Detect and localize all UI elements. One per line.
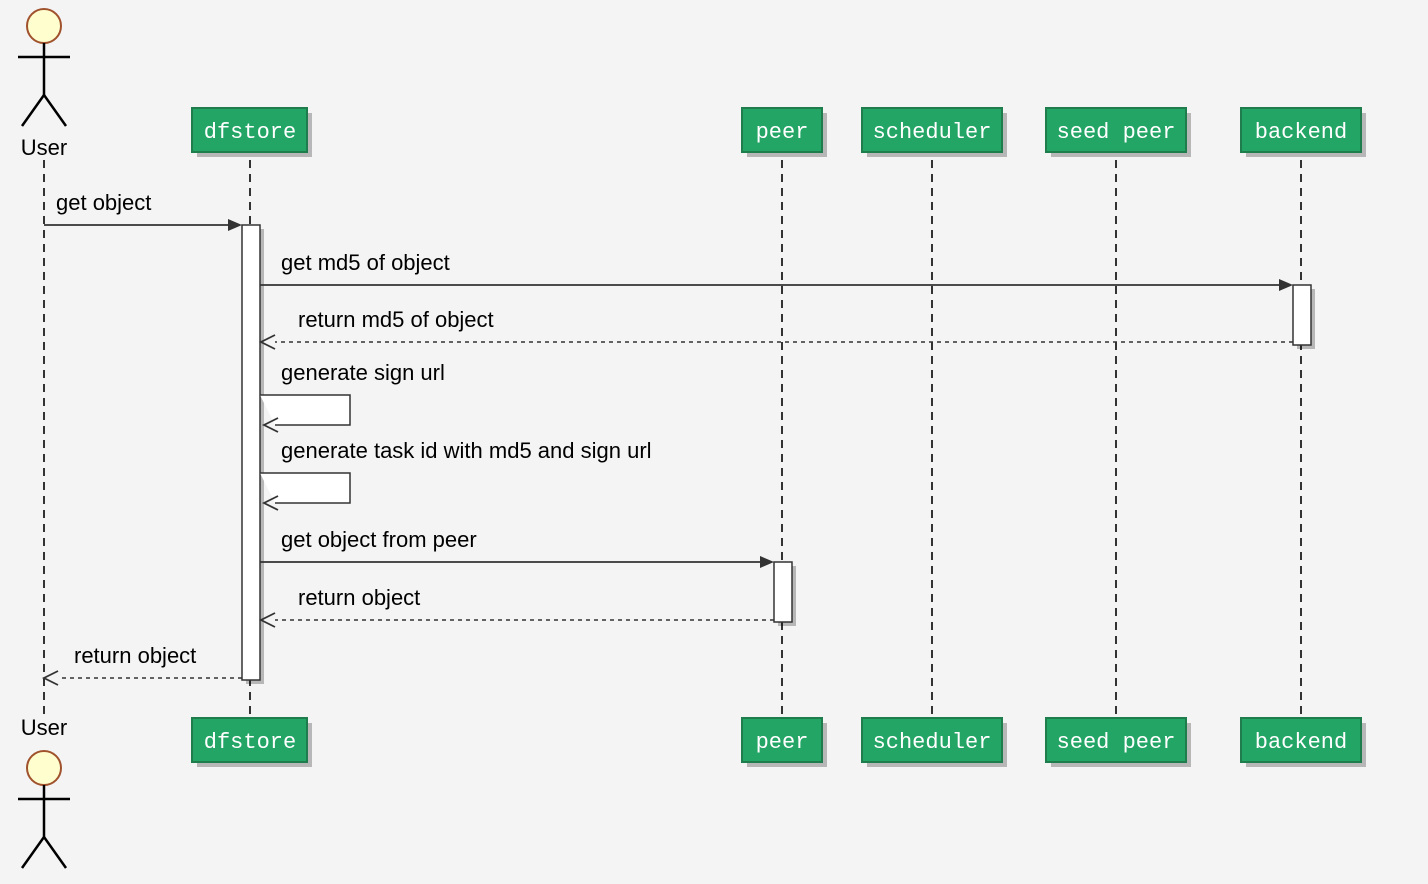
actor-label-bottom: User xyxy=(21,715,67,740)
svg-text:get object from peer: get object from peer xyxy=(281,527,477,552)
svg-text:generate task id with md5 and: generate task id with md5 and sign url xyxy=(281,438,652,463)
message-get-object-from-peer: get object from peer xyxy=(260,527,774,568)
svg-text:peer: peer xyxy=(756,730,809,755)
svg-text:peer: peer xyxy=(756,120,809,145)
svg-text:return object: return object xyxy=(74,643,196,668)
participant-peer-bottom: peer xyxy=(742,718,827,767)
svg-text:dfstore: dfstore xyxy=(204,730,296,755)
message-get-md5: get md5 of object xyxy=(260,250,1293,291)
message-return-object-to-user: return object xyxy=(44,643,242,685)
activation-backend xyxy=(1293,285,1311,345)
participant-backend-top: backend xyxy=(1241,108,1366,157)
message-get-object: get object xyxy=(44,190,242,231)
svg-text:seed peer: seed peer xyxy=(1057,730,1176,755)
svg-text:return object: return object xyxy=(298,585,420,610)
message-return-object-from-peer: return object xyxy=(261,585,774,627)
svg-text:get object: get object xyxy=(56,190,151,215)
activation-dfstore xyxy=(242,225,260,680)
participant-peer-top: peer xyxy=(742,108,827,157)
svg-text:seed peer: seed peer xyxy=(1057,120,1176,145)
message-generate-sign-url: generate sign url xyxy=(260,360,445,432)
message-return-md5: return md5 of object xyxy=(261,307,1293,349)
svg-text:scheduler: scheduler xyxy=(873,120,992,145)
svg-text:scheduler: scheduler xyxy=(873,730,992,755)
participant-scheduler-top: scheduler xyxy=(862,108,1007,157)
message-generate-task-id: generate task id with md5 and sign url xyxy=(260,438,652,510)
svg-text:backend: backend xyxy=(1255,120,1347,145)
svg-text:return md5 of object: return md5 of object xyxy=(298,307,494,332)
sequence-diagram: User dfstore peer scheduler seed peer ba… xyxy=(0,0,1428,884)
svg-text:generate sign url: generate sign url xyxy=(281,360,445,385)
svg-text:backend: backend xyxy=(1255,730,1347,755)
participant-seed-peer-bottom: seed peer xyxy=(1046,718,1191,767)
participant-seed-peer-top: seed peer xyxy=(1046,108,1191,157)
participant-dfstore-top: dfstore xyxy=(192,108,312,157)
actor-user-top: User xyxy=(18,9,70,160)
svg-text:dfstore: dfstore xyxy=(204,120,296,145)
participant-dfstore-bottom: dfstore xyxy=(192,718,312,767)
svg-text:get md5 of object: get md5 of object xyxy=(281,250,450,275)
participant-backend-bottom: backend xyxy=(1241,718,1366,767)
actor-user-bottom: User xyxy=(18,715,70,868)
participant-scheduler-bottom: scheduler xyxy=(862,718,1007,767)
actor-label-top: User xyxy=(21,135,67,160)
activation-peer xyxy=(774,562,792,622)
